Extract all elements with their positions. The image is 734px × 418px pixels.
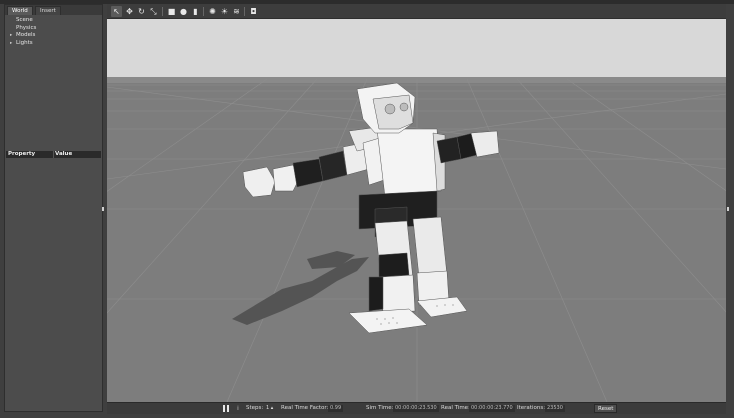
sim-time-value: 00:00:00:23.530 — [393, 405, 439, 412]
steps-stepper[interactable]: 1 ▴ — [266, 404, 273, 412]
tree-item-physics[interactable]: Physics — [5, 25, 102, 33]
property-table-header: Property Value — [6, 151, 101, 158]
tree-item-lights[interactable]: ▸ Lights — [5, 40, 102, 48]
tab-world[interactable]: World — [7, 6, 33, 15]
toolbar-separator — [203, 7, 204, 16]
column-header-property[interactable]: Property — [8, 151, 35, 158]
step-forward-icon[interactable]: ⁞ — [237, 403, 239, 414]
rotate-icon[interactable]: ↻ — [136, 6, 147, 17]
left-panel-tabbar: World Insert — [5, 5, 102, 15]
box-shape-icon[interactable]: ■ — [166, 6, 177, 17]
column-divider[interactable] — [53, 151, 54, 158]
sky — [107, 19, 726, 79]
tab-insert[interactable]: Insert — [35, 6, 61, 15]
pause-icon[interactable] — [223, 405, 231, 413]
tree-item-label: Physics — [16, 24, 37, 31]
simulation-status-bar: ⁞ Steps: 1 ▴ Real Time Factor: 0.99 Sim … — [107, 402, 726, 414]
cylinder-shape-icon[interactable]: ▮ — [190, 6, 201, 17]
point-light-icon[interactable]: ✺ — [207, 6, 218, 17]
steps-value: 1 — [266, 405, 270, 411]
right-panel-splitter-handle[interactable] — [727, 207, 729, 211]
iterations-value: 23530 — [545, 405, 565, 412]
real-time-factor-label: Real Time Factor: — [281, 405, 329, 411]
steps-label: Steps: — [246, 405, 264, 411]
camera-screenshot-icon[interactable]: ◘ — [248, 6, 259, 17]
real-time-value: 00:00:00:23.770 — [469, 405, 515, 412]
toolbar-separator — [244, 7, 245, 16]
real-time-label: Real Time: — [441, 405, 470, 411]
real-time-factor-value: 0.99 — [328, 405, 344, 412]
expand-arrow-icon[interactable]: ▸ — [10, 40, 12, 48]
sphere-shape-icon[interactable]: ● — [178, 6, 189, 17]
reset-button[interactable]: Reset — [594, 404, 618, 413]
tree-item-label: Lights — [16, 39, 33, 46]
tree-item-scene[interactable]: Scene — [5, 17, 102, 25]
left-panel: World Insert Scene Physics ▸ Models ▸ Li… — [4, 4, 103, 412]
spot-light-icon[interactable]: ☀ — [219, 6, 230, 17]
tree-item-label: Scene — [16, 17, 33, 23]
sim-time-label: Sim Time: — [366, 405, 394, 411]
scene-render — [107, 19, 726, 402]
tree-item-models[interactable]: ▸ Models — [5, 32, 102, 40]
toolbar: ↖ ✥ ↻ ⤡ ■ ● ▮ ✺ ☀ ≋ ◘ — [107, 4, 726, 19]
left-panel-splitter-handle[interactable] — [102, 207, 104, 211]
translate-icon[interactable]: ✥ — [124, 6, 135, 17]
tree-item-label: Models — [16, 32, 36, 38]
directional-light-icon[interactable]: ≋ — [231, 6, 242, 17]
toolbar-separator — [162, 7, 163, 16]
horizon-band — [107, 77, 726, 83]
3d-viewport[interactable] — [107, 19, 726, 402]
arrow-select-icon[interactable]: ↖ — [111, 6, 122, 17]
iterations-label: Iterations: — [517, 405, 546, 411]
column-header-value[interactable]: Value — [55, 151, 72, 158]
chevron-up-down-icon[interactable]: ▴ — [271, 405, 274, 411]
world-tree: Scene Physics ▸ Models ▸ Lights — [5, 17, 102, 47]
scale-icon[interactable]: ⤡ — [148, 6, 159, 17]
expand-arrow-icon[interactable]: ▸ — [10, 32, 12, 40]
